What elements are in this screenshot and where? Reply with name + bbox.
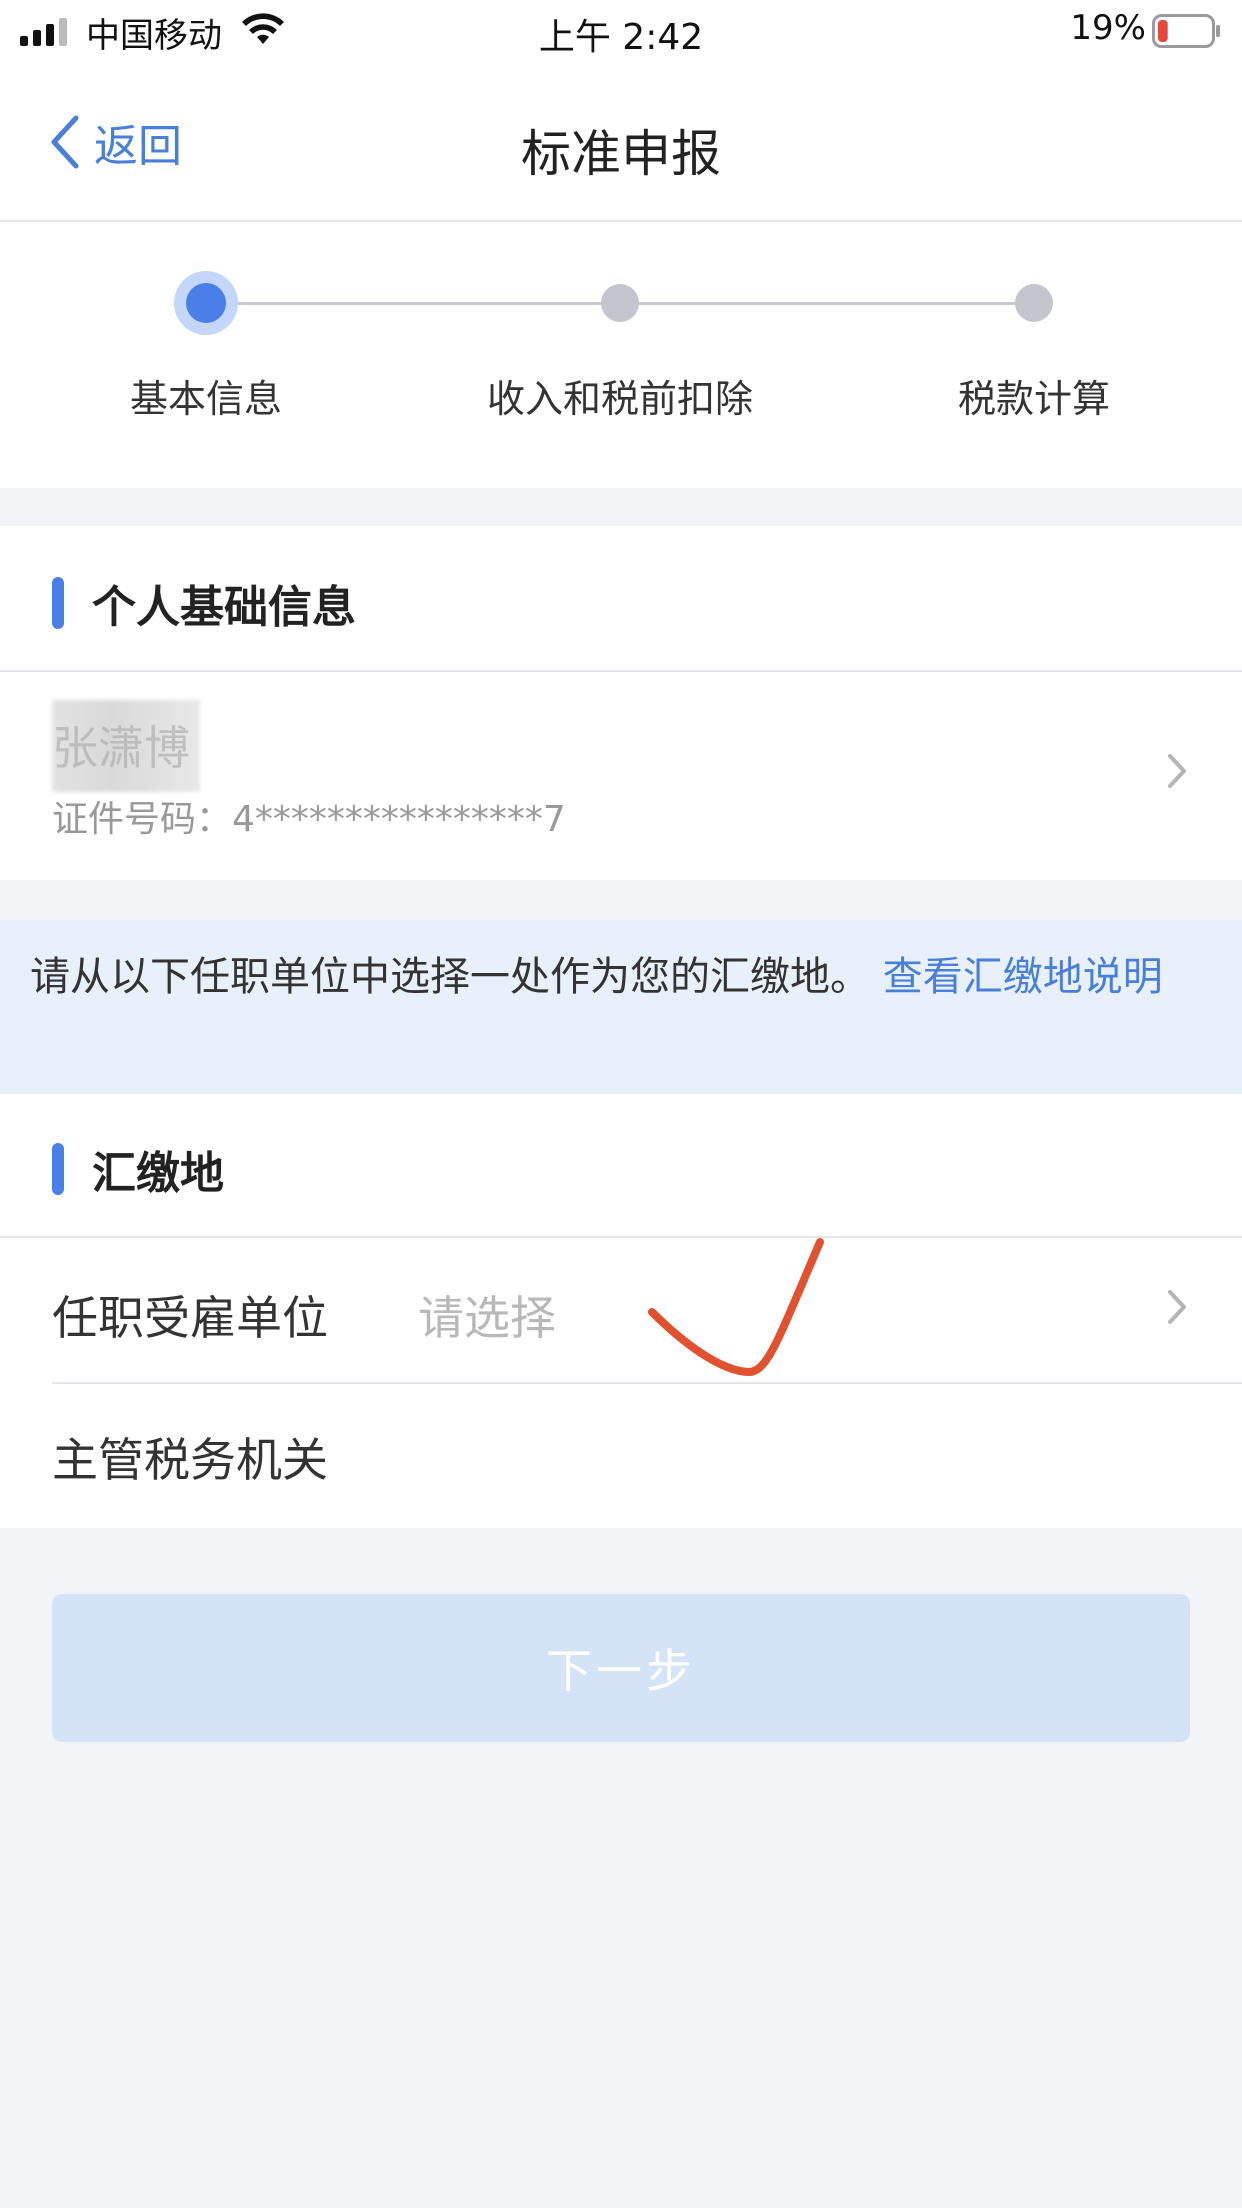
- tax-office-label: 主管税务机关: [52, 1433, 328, 1487]
- step-3-label: 税款计算: [957, 377, 1111, 421]
- id-label: 证件号码：: [52, 799, 233, 840]
- step-connector: [206, 302, 620, 305]
- section-accent-bar: [52, 1143, 64, 1195]
- battery-percentage: 19%: [1070, 8, 1146, 48]
- taxpayer-name: 张潇博: [52, 721, 190, 775]
- page-title: 标准申报: [521, 125, 721, 183]
- chevron-right-icon: [1168, 1290, 1186, 1324]
- section-title: 汇缴地: [92, 1148, 224, 1199]
- next-step-button[interactable]: 下一步: [52, 1594, 1190, 1742]
- id-number: 证件号码：4****************7: [52, 790, 566, 842]
- employer-placeholder: 请选择: [418, 1291, 556, 1345]
- tax-office-row: 主管税务机关: [0, 1384, 1242, 1528]
- payment-location-info-link[interactable]: 查看汇缴地说明: [883, 954, 1163, 1000]
- step-connector: [620, 302, 1034, 305]
- status-bar: 中国移动 上午 2:42 19%: [0, 0, 1242, 64]
- navigation-bar: 返回 标准申报: [0, 64, 1242, 222]
- notice-message: 请从以下任职单位中选择一处作为您的汇缴地。: [30, 954, 870, 1000]
- notice-text-block: 请从以下任职单位中选择一处作为您的汇缴地。 查看汇缴地说明: [30, 948, 1210, 1006]
- notice-banner: 请从以下任职单位中选择一处作为您的汇缴地。 查看汇缴地说明: [0, 920, 1242, 1094]
- section-title: 个人基础信息: [92, 582, 356, 633]
- step-3-dot: [1015, 284, 1053, 322]
- battery-icon: [1152, 14, 1220, 48]
- step-1-label: 基本信息: [129, 377, 283, 421]
- employer-select-row[interactable]: 任职受雇单位 请选择: [0, 1238, 1242, 1382]
- step-1-dot: [186, 283, 226, 323]
- section-header: 汇缴地: [52, 1142, 224, 1199]
- section-accent-bar: [52, 577, 64, 629]
- personal-info-row[interactable]: 张潇博 证件号码：4****************7: [0, 672, 1242, 878]
- id-value: 4****************7: [232, 799, 566, 840]
- employer-label: 任职受雇单位: [52, 1291, 328, 1345]
- step-progress: 基本信息 收入和税前扣除 税款计算: [0, 222, 1242, 488]
- step-2-dot: [601, 284, 639, 322]
- step-2-label: 收入和税前扣除: [486, 377, 754, 421]
- chevron-right-icon: [1168, 754, 1186, 788]
- section-header: 个人基础信息: [52, 576, 356, 633]
- clock-time: 上午 2:42: [538, 17, 704, 58]
